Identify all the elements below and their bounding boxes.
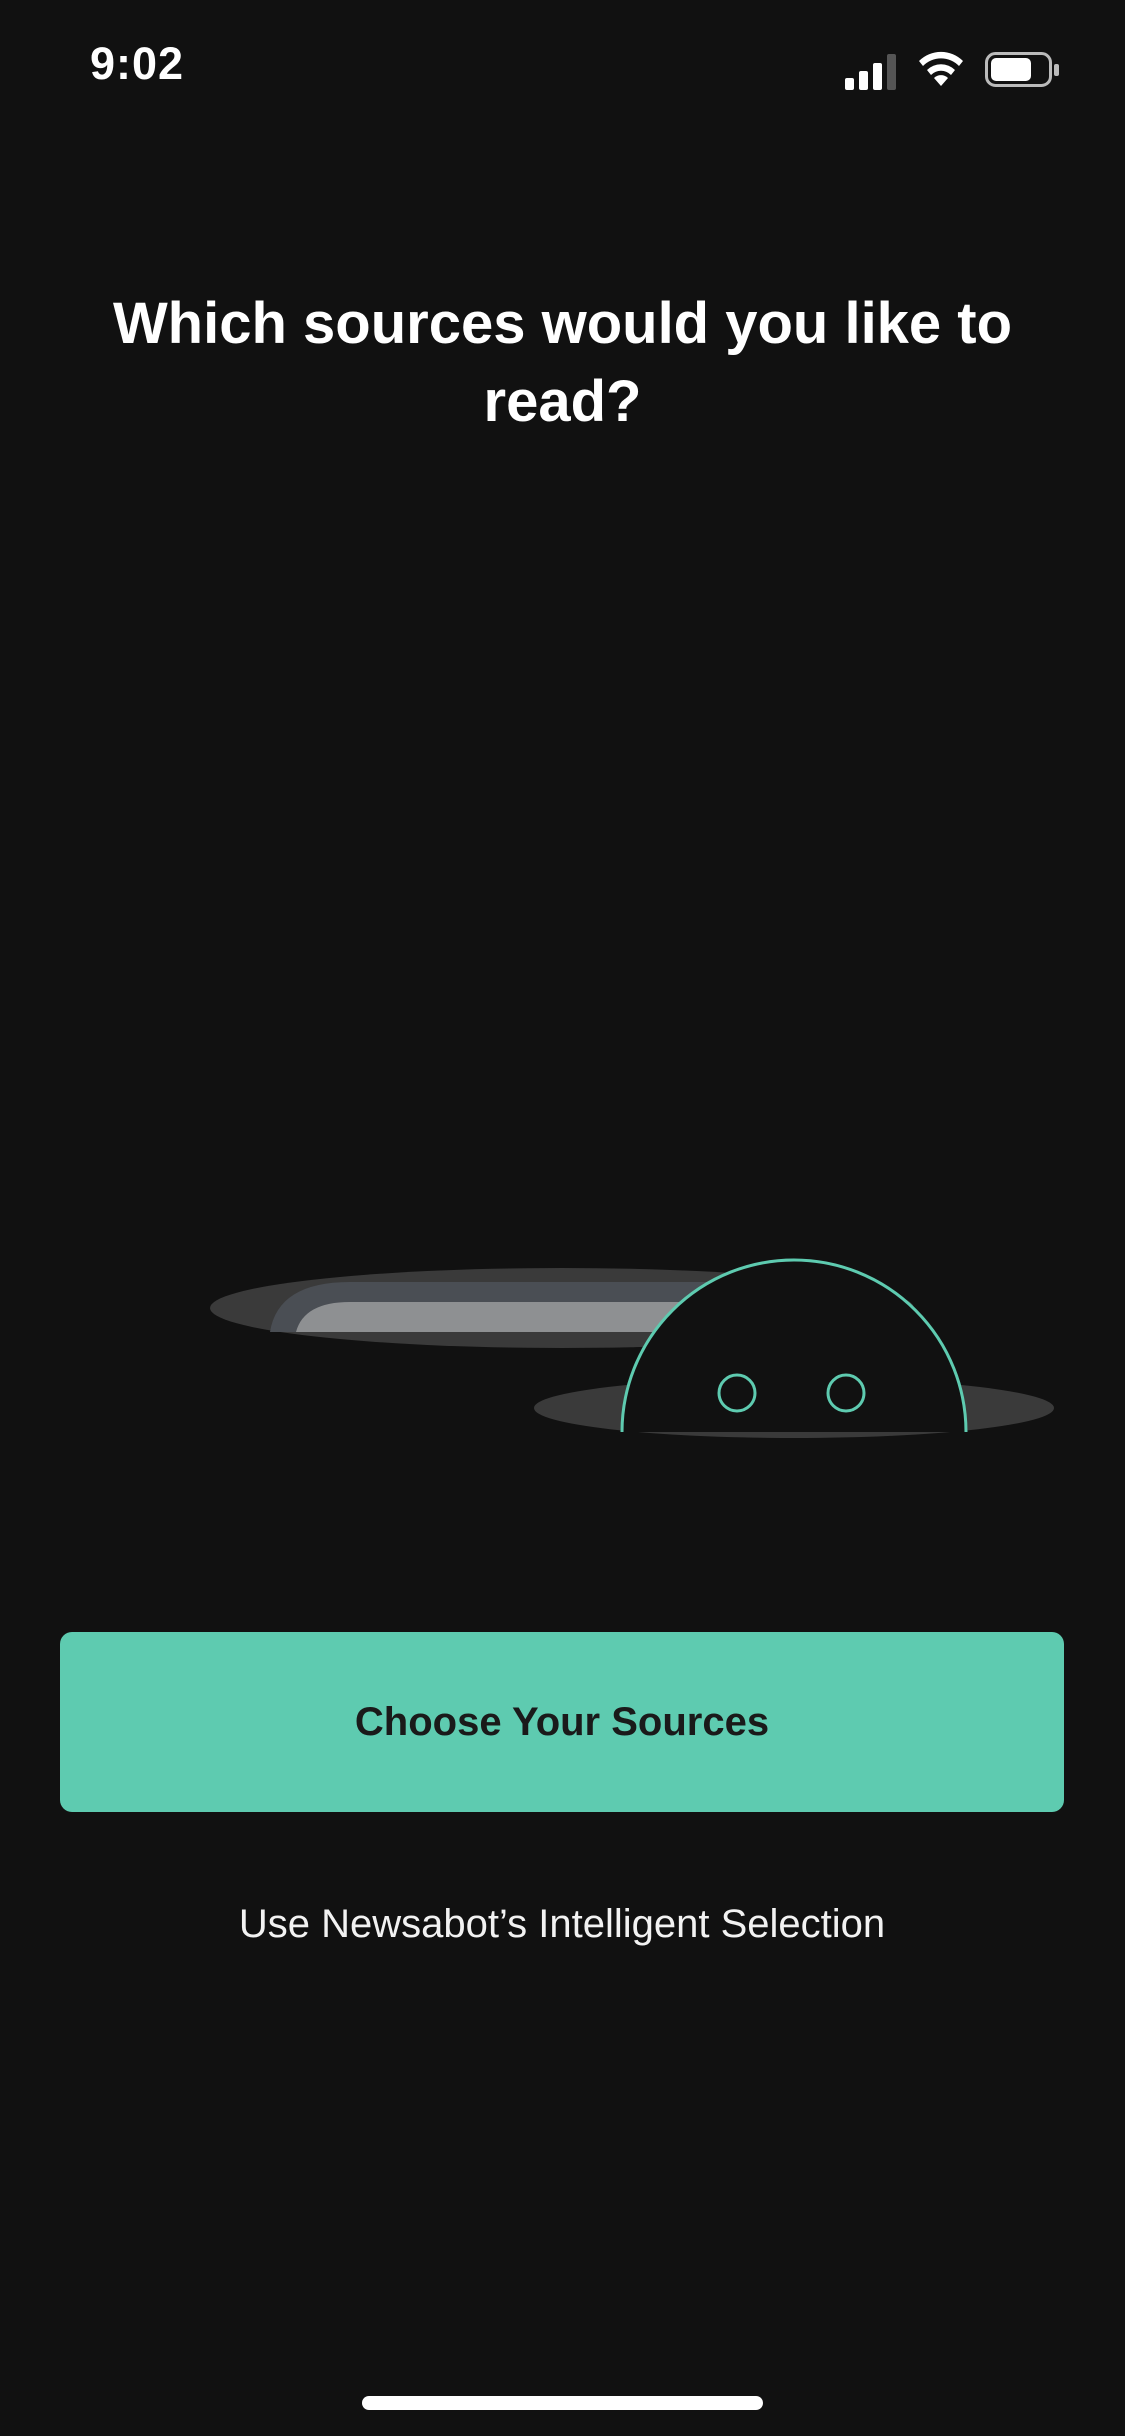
choose-sources-button[interactable]: Choose Your Sources <box>60 1632 1064 1812</box>
status-bar: 9:02 <box>0 0 1125 132</box>
wifi-icon <box>919 51 963 86</box>
page-title: Which sources would you like to read? <box>112 291 1013 434</box>
home-indicator[interactable] <box>362 2396 763 2410</box>
intelligent-selection-link[interactable]: Use Newsabot’s Intelligent Selection <box>60 1902 1064 1947</box>
status-time: 9:02 <box>90 38 185 89</box>
cellular-signal-icon <box>845 54 896 90</box>
newsabot-robot-illustration <box>210 1258 1054 1438</box>
status-icons <box>845 48 1085 92</box>
battery-icon <box>985 52 1059 87</box>
